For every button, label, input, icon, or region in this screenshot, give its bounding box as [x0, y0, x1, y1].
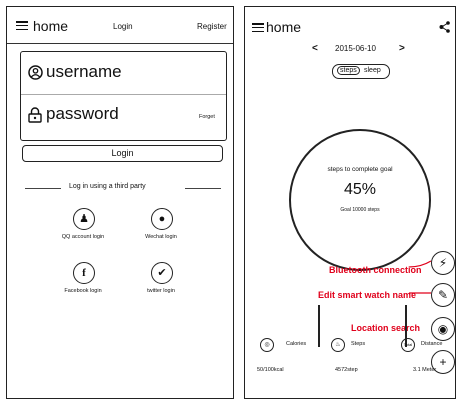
qq-login-label: QQ account login — [61, 234, 105, 240]
home-header: home — [245, 7, 455, 43]
forgot-link[interactable]: Forget — [199, 114, 215, 120]
login-button[interactable]: Login — [22, 145, 223, 162]
facebook-login-label: Facebook login — [64, 288, 102, 294]
user-icon — [28, 65, 43, 80]
divider-left — [25, 188, 61, 189]
mode-toggle: steps sleep — [332, 64, 390, 79]
calories-value: 50/100kcal — [257, 367, 284, 373]
page-title: home — [266, 19, 302, 35]
menu-icon[interactable] — [16, 21, 28, 31]
twitter-icon[interactable]: ✔ — [151, 262, 173, 284]
username-field[interactable]: username — [46, 62, 122, 82]
password-field[interactable]: password — [46, 104, 119, 124]
home-screen: home < 2015-06-10 > steps sleep steps to… — [244, 6, 456, 399]
steps-label: Steps — [351, 341, 366, 347]
calories-label: Calories — [286, 341, 307, 347]
field-divider — [21, 94, 226, 95]
location-icon[interactable]: ◉ — [431, 317, 455, 341]
ring-title: steps to complete goal — [327, 166, 393, 173]
steps-value: 4572step — [335, 367, 358, 373]
steps-icon: ♨ — [331, 338, 345, 352]
date-label: 2015-06-10 — [335, 44, 376, 53]
steps-tab[interactable]: steps — [337, 66, 360, 75]
sleep-tab[interactable]: sleep — [364, 67, 381, 74]
facebook-icon[interactable]: f — [73, 262, 95, 284]
bluetooth-icon[interactable]: ⚡ — [431, 251, 455, 275]
distance-label: Distance — [421, 341, 443, 347]
percent-value: 45% — [343, 181, 377, 198]
goal-label: Goal 10000 steps — [340, 207, 380, 213]
credentials-box: username password Forget — [20, 51, 227, 141]
login-tab[interactable]: Login — [113, 22, 133, 31]
lock-icon — [28, 107, 42, 123]
edit-icon[interactable]: ✎ — [431, 283, 455, 307]
distance-value: 3.1 Meter — [413, 367, 437, 373]
next-date-button[interactable]: > — [399, 43, 405, 54]
third-party-title: Log in using a third party — [69, 183, 146, 190]
wechat-icon[interactable]: ● — [151, 208, 173, 230]
location-annotation: Location search — [351, 323, 421, 333]
twitter-login-label: twitter login — [147, 288, 175, 294]
wechat-login-label: Wechat login — [145, 234, 177, 240]
share-icon[interactable] — [439, 21, 450, 33]
register-link[interactable]: Register — [197, 22, 227, 31]
divider-right — [185, 188, 221, 189]
menu-icon[interactable] — [252, 23, 264, 33]
login-screen: home Login Register username password Fo… — [6, 6, 234, 399]
calories-icon: ◎ — [260, 338, 274, 352]
login-header: home Login Register — [7, 7, 233, 44]
progress-ring: steps to complete goal 45% Goal 10000 st… — [289, 129, 431, 271]
edit-name-annotation: Edit smart watch name — [318, 290, 417, 300]
prev-date-button[interactable]: < — [312, 43, 318, 54]
page-title: home — [33, 18, 69, 34]
qq-icon[interactable]: ♟ — [73, 208, 95, 230]
stats-divider-1 — [318, 305, 320, 347]
total-icon: Total — [401, 338, 415, 352]
